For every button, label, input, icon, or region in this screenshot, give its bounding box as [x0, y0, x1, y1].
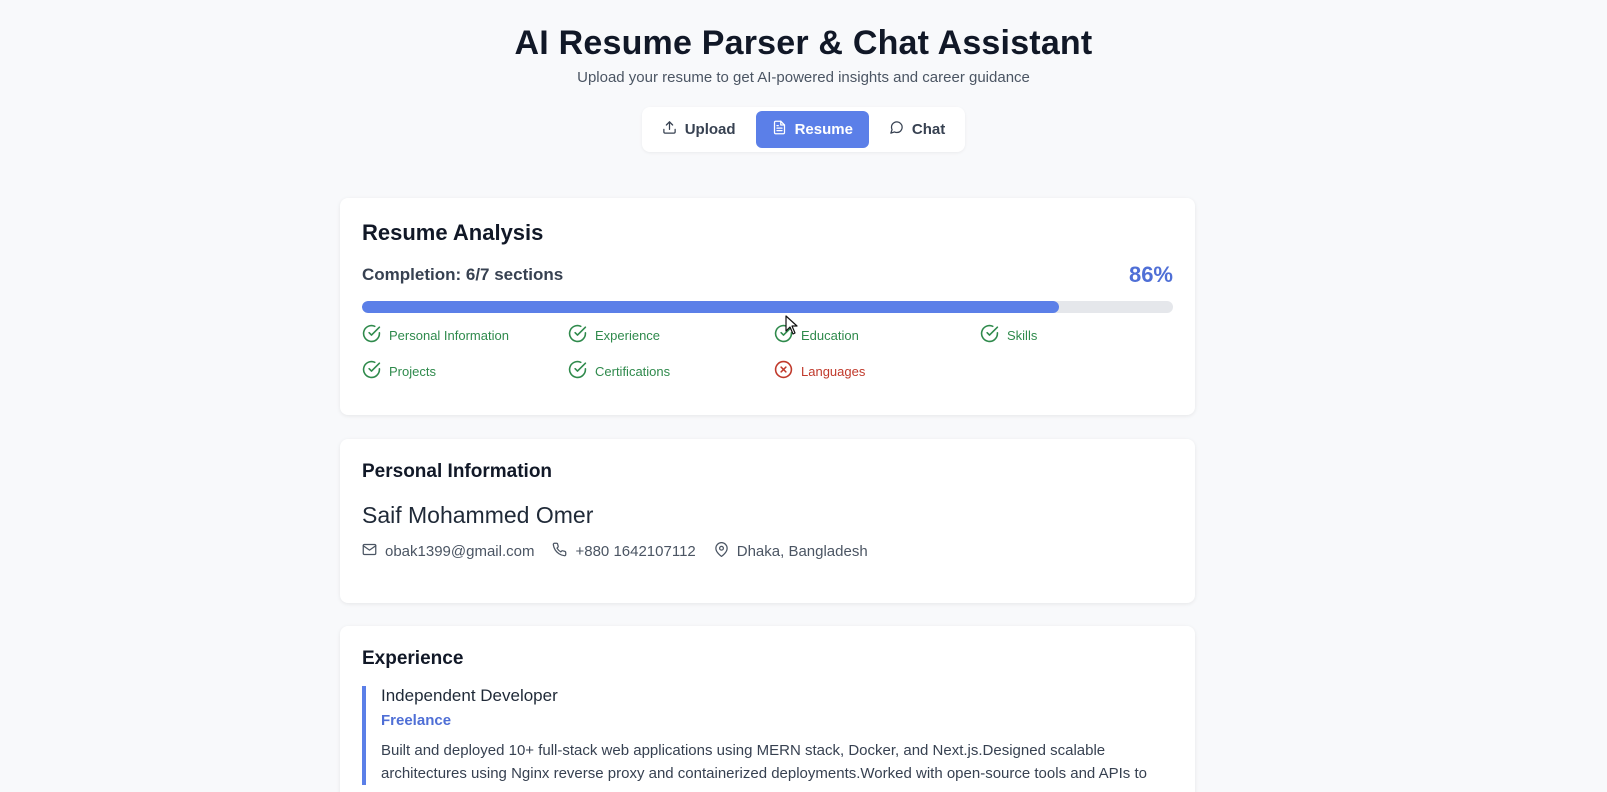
tabs-wrapper: Upload Resume Chat [0, 107, 1607, 152]
section-status-skills: Skills [980, 324, 1186, 346]
tab-resume-label: Resume [794, 121, 853, 138]
phone-text: +880 1642107112 [575, 543, 696, 560]
check-circle-icon [568, 324, 587, 346]
tab-chat-label: Chat [911, 121, 946, 138]
completion-progress-bar [362, 301, 1173, 313]
check-circle-icon [568, 360, 587, 382]
chat-icon [889, 120, 904, 139]
section-status-label: Personal Information [389, 327, 509, 343]
tab-resume[interactable]: Resume [755, 111, 869, 148]
email-text: obak1399@gmail.com [385, 543, 535, 560]
app-subtitle: Upload your resume to get AI-powered ins… [577, 69, 1030, 86]
phone-icon [552, 542, 567, 561]
section-status-certifications: Certifications [568, 360, 774, 382]
person-name: Saif Mohammed Omer [362, 502, 594, 528]
contact-email: obak1399@gmail.com [362, 542, 534, 561]
contact-location: Dhaka, Bangladesh [714, 542, 868, 561]
section-status-label: Skills [1007, 327, 1038, 343]
tab-bar: Upload Resume Chat [641, 107, 966, 152]
completion-percent: 86% [1128, 262, 1173, 287]
map-pin-icon [714, 542, 729, 561]
tab-chat[interactable]: Chat [873, 111, 961, 148]
experience-card: Experience Independent Developer Freelan… [340, 626, 1195, 792]
contact-phone: +880 1642107112 [552, 542, 696, 561]
tab-upload[interactable]: Upload [646, 111, 752, 148]
page-header: AI Resume Parser & Chat Assistant Upload… [0, 0, 1607, 86]
section-status-grid: Personal Information Experience Educatio… [362, 324, 1173, 382]
section-status-label: Certifications [595, 363, 671, 379]
section-status-languages: Languages [774, 360, 980, 382]
personal-information-title: Personal Information [362, 461, 553, 482]
check-circle-icon [980, 324, 999, 346]
completion-label: Completion: 6/7 sections [362, 265, 564, 284]
completion-row: Completion: 6/7 sections 86% [362, 262, 1173, 288]
contact-row: obak1399@gmail.com +880 1642107112 Dhaka… [362, 542, 1173, 561]
experience-entry: Independent Developer Freelance Built an… [362, 686, 1173, 785]
check-circle-icon [362, 324, 381, 346]
mail-icon [362, 542, 377, 561]
document-icon [772, 120, 787, 139]
experience-title: Experience [362, 648, 464, 669]
upload-icon [662, 120, 677, 139]
section-status-label: Projects [389, 363, 436, 379]
section-status-experience: Experience [568, 324, 774, 346]
x-circle-icon [774, 360, 793, 382]
completion-progress-fill [362, 301, 1060, 313]
experience-company: Freelance [381, 712, 452, 729]
tab-upload-label: Upload [684, 121, 736, 138]
section-status-personal-information: Personal Information [362, 324, 568, 346]
check-circle-icon [362, 360, 381, 382]
section-status-projects: Projects [362, 360, 568, 382]
resume-analysis-card: Resume Analysis Completion: 6/7 sections… [340, 198, 1195, 415]
app-title: AI Resume Parser & Chat Assistant [514, 24, 1093, 62]
analysis-title: Resume Analysis [362, 220, 544, 245]
location-text: Dhaka, Bangladesh [736, 543, 868, 560]
section-status-label: Languages [801, 363, 866, 379]
experience-role: Independent Developer [381, 686, 558, 705]
personal-information-card: Personal Information Saif Mohammed Omer … [340, 439, 1195, 603]
section-status-label: Education [801, 327, 859, 343]
section-status-label: Experience [595, 327, 661, 343]
experience-description: Built and deployed 10+ full-stack web ap… [381, 742, 1147, 782]
section-status-education: Education [774, 324, 980, 346]
mouse-cursor-icon [785, 315, 798, 335]
